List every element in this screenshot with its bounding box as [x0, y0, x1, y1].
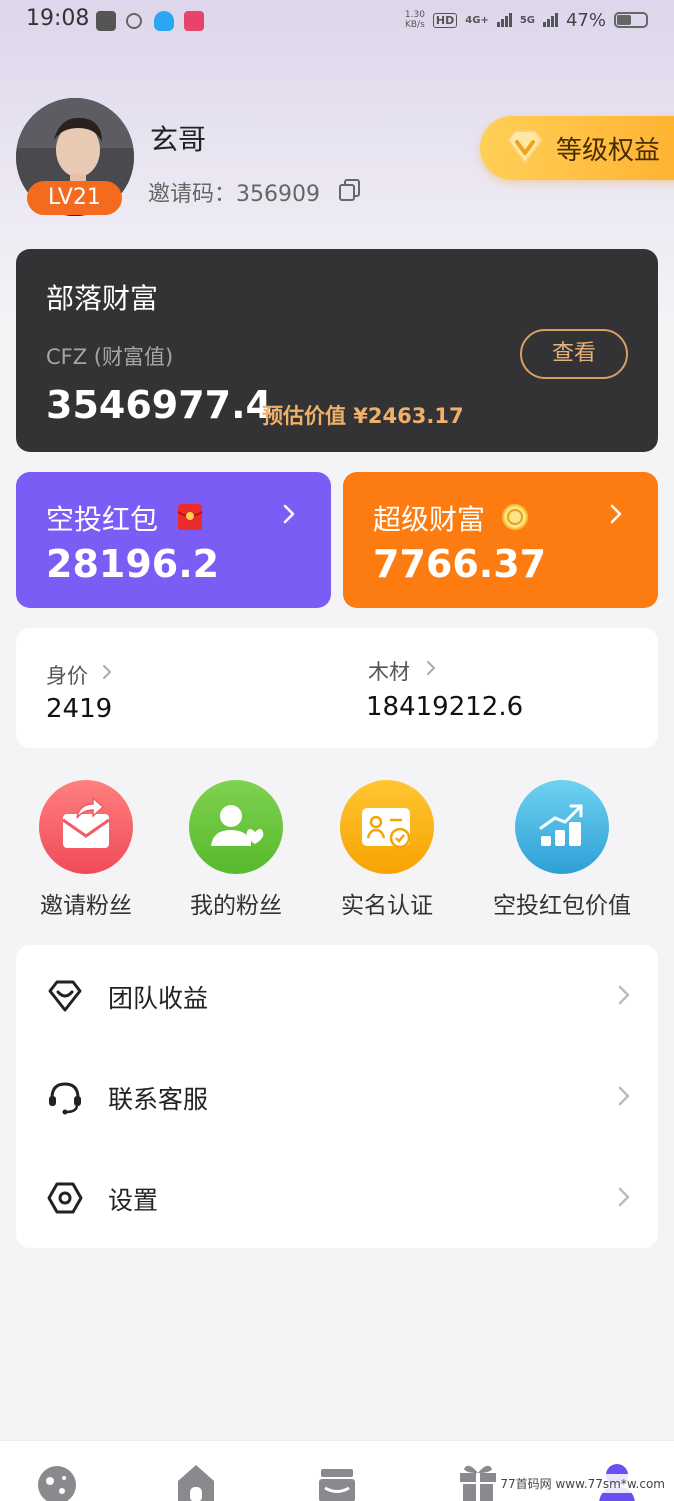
weibo-app-icon [184, 11, 204, 31]
signal-bars-icon [496, 13, 512, 27]
wealth-subtitle: CFZ (财富值) [46, 345, 174, 369]
invite-code-label: 邀请码： [148, 182, 237, 207]
wealth-value: 3546977.4 [46, 383, 272, 427]
super-wealth-title: 超级财富 [373, 503, 486, 536]
battery-icon [614, 12, 648, 28]
coin-icon [502, 504, 528, 530]
airdrop-value: 28196.2 [46, 542, 220, 586]
signal-label-1: 4G+ [465, 14, 489, 26]
super-wealth-card[interactable]: 超级财富 7766.37 [343, 472, 658, 608]
nav-planet-icon[interactable] [35, 1455, 79, 1501]
level-badge: LV21 [27, 181, 122, 215]
quick-action-label: 实名认证 [341, 893, 433, 919]
airdrop-title: 空投红包 [46, 503, 159, 536]
chevron-right-icon [103, 665, 112, 679]
diamond-v-icon [506, 130, 544, 165]
quick-action-my-fans[interactable]: 我的粉丝 [156, 780, 316, 920]
worth-value: 2419 [46, 694, 113, 724]
invite-code: 邀请码：356909 [148, 176, 320, 208]
stats-card: 身价 2419 木材 18419212.6 [16, 628, 658, 748]
quick-action-label: 邀请粉丝 [40, 893, 132, 919]
menu-item-settings[interactable]: 设置 [16, 1147, 658, 1247]
menu-item-team-earnings[interactable]: 团队收益 [16, 945, 658, 1045]
worth-label[interactable]: 身价 [46, 660, 88, 690]
quick-action-invite-fans[interactable]: 邀请粉丝 [6, 780, 166, 920]
user-heart-icon [189, 780, 283, 874]
hd-voice-icon: HD [432, 12, 458, 28]
quick-action-label: 我的粉丝 [190, 893, 282, 919]
signal-bars-icon-2 [542, 13, 558, 27]
nav-home-icon[interactable] [174, 1455, 218, 1501]
status-right: 1.30 KB/s HD 4G+ 5G 47% [405, 6, 648, 34]
nav-gift-icon[interactable] [456, 1455, 500, 1501]
chevron-right-icon [427, 661, 436, 675]
chevron-right-icon [618, 1086, 630, 1106]
menu-list: 团队收益 联系客服 设置 [16, 945, 658, 1248]
chevron-right-icon [618, 985, 630, 1005]
qq-penguin-icon [154, 11, 174, 31]
status-time: 19:08 [26, 6, 90, 31]
status-bar: 19:08 1.30 KB/s HD 4G+ 5G 47% [0, 0, 674, 40]
username: 玄哥 [150, 123, 207, 156]
chevron-right-icon [283, 504, 295, 524]
wealth-estimate: 预估价值 ¥2463.17 [262, 404, 464, 428]
quick-action-airdrop-value[interactable]: 空投红包价值 [482, 780, 642, 920]
hexagon-settings-icon [47, 1182, 83, 1214]
wood-value: 18419212.6 [366, 692, 524, 722]
invite-envelope-icon [39, 780, 133, 874]
battery-percent: 47% [565, 9, 606, 31]
bar-chart-trend-icon [515, 780, 609, 874]
diamond-smile-icon [48, 980, 82, 1012]
invite-code-value: 356909 [236, 182, 320, 207]
level-benefits-button[interactable]: 等级权益 [480, 116, 674, 180]
menu-item-customer-service[interactable]: 联系客服 [16, 1046, 658, 1146]
chevron-right-icon [610, 504, 622, 524]
signal-label-2: 5G [519, 14, 535, 26]
quick-action-label: 空投红包价值 [493, 893, 631, 919]
quick-action-real-name[interactable]: 实名认证 [307, 780, 467, 920]
red-envelope-icon [177, 504, 203, 530]
lightning-app-icon [96, 11, 116, 31]
watermark-text: 77首码网 www.77sm*w.com [497, 1474, 668, 1493]
menu-label: 设置 [108, 1186, 159, 1215]
net-speed: 1.30 KB/s [405, 10, 425, 30]
id-card-check-icon [340, 780, 434, 874]
nav-shop-icon[interactable] [315, 1455, 359, 1501]
headset-icon [49, 1082, 81, 1115]
view-button[interactable]: 查看 [520, 329, 628, 379]
tribe-wealth-card: 部落财富 CFZ (财富值) 3546977.4 预估价值 ¥2463.17 查… [16, 249, 658, 452]
wood-label[interactable]: 木材 [368, 656, 410, 686]
airdrop-card[interactable]: 空投红包 28196.2 [16, 472, 331, 608]
menu-label: 联系客服 [108, 1085, 209, 1114]
copy-icon[interactable] [338, 178, 362, 202]
level-benefits-label: 等级权益 [556, 136, 661, 166]
net-speed-unit: KB/s [404, 20, 425, 30]
menu-label: 团队收益 [108, 984, 209, 1013]
link-icon [126, 13, 142, 29]
net-speed-value: 1.30 [404, 10, 425, 20]
chevron-right-icon [618, 1187, 630, 1207]
wealth-title: 部落财富 [46, 282, 159, 315]
super-wealth-value: 7766.37 [373, 542, 547, 586]
